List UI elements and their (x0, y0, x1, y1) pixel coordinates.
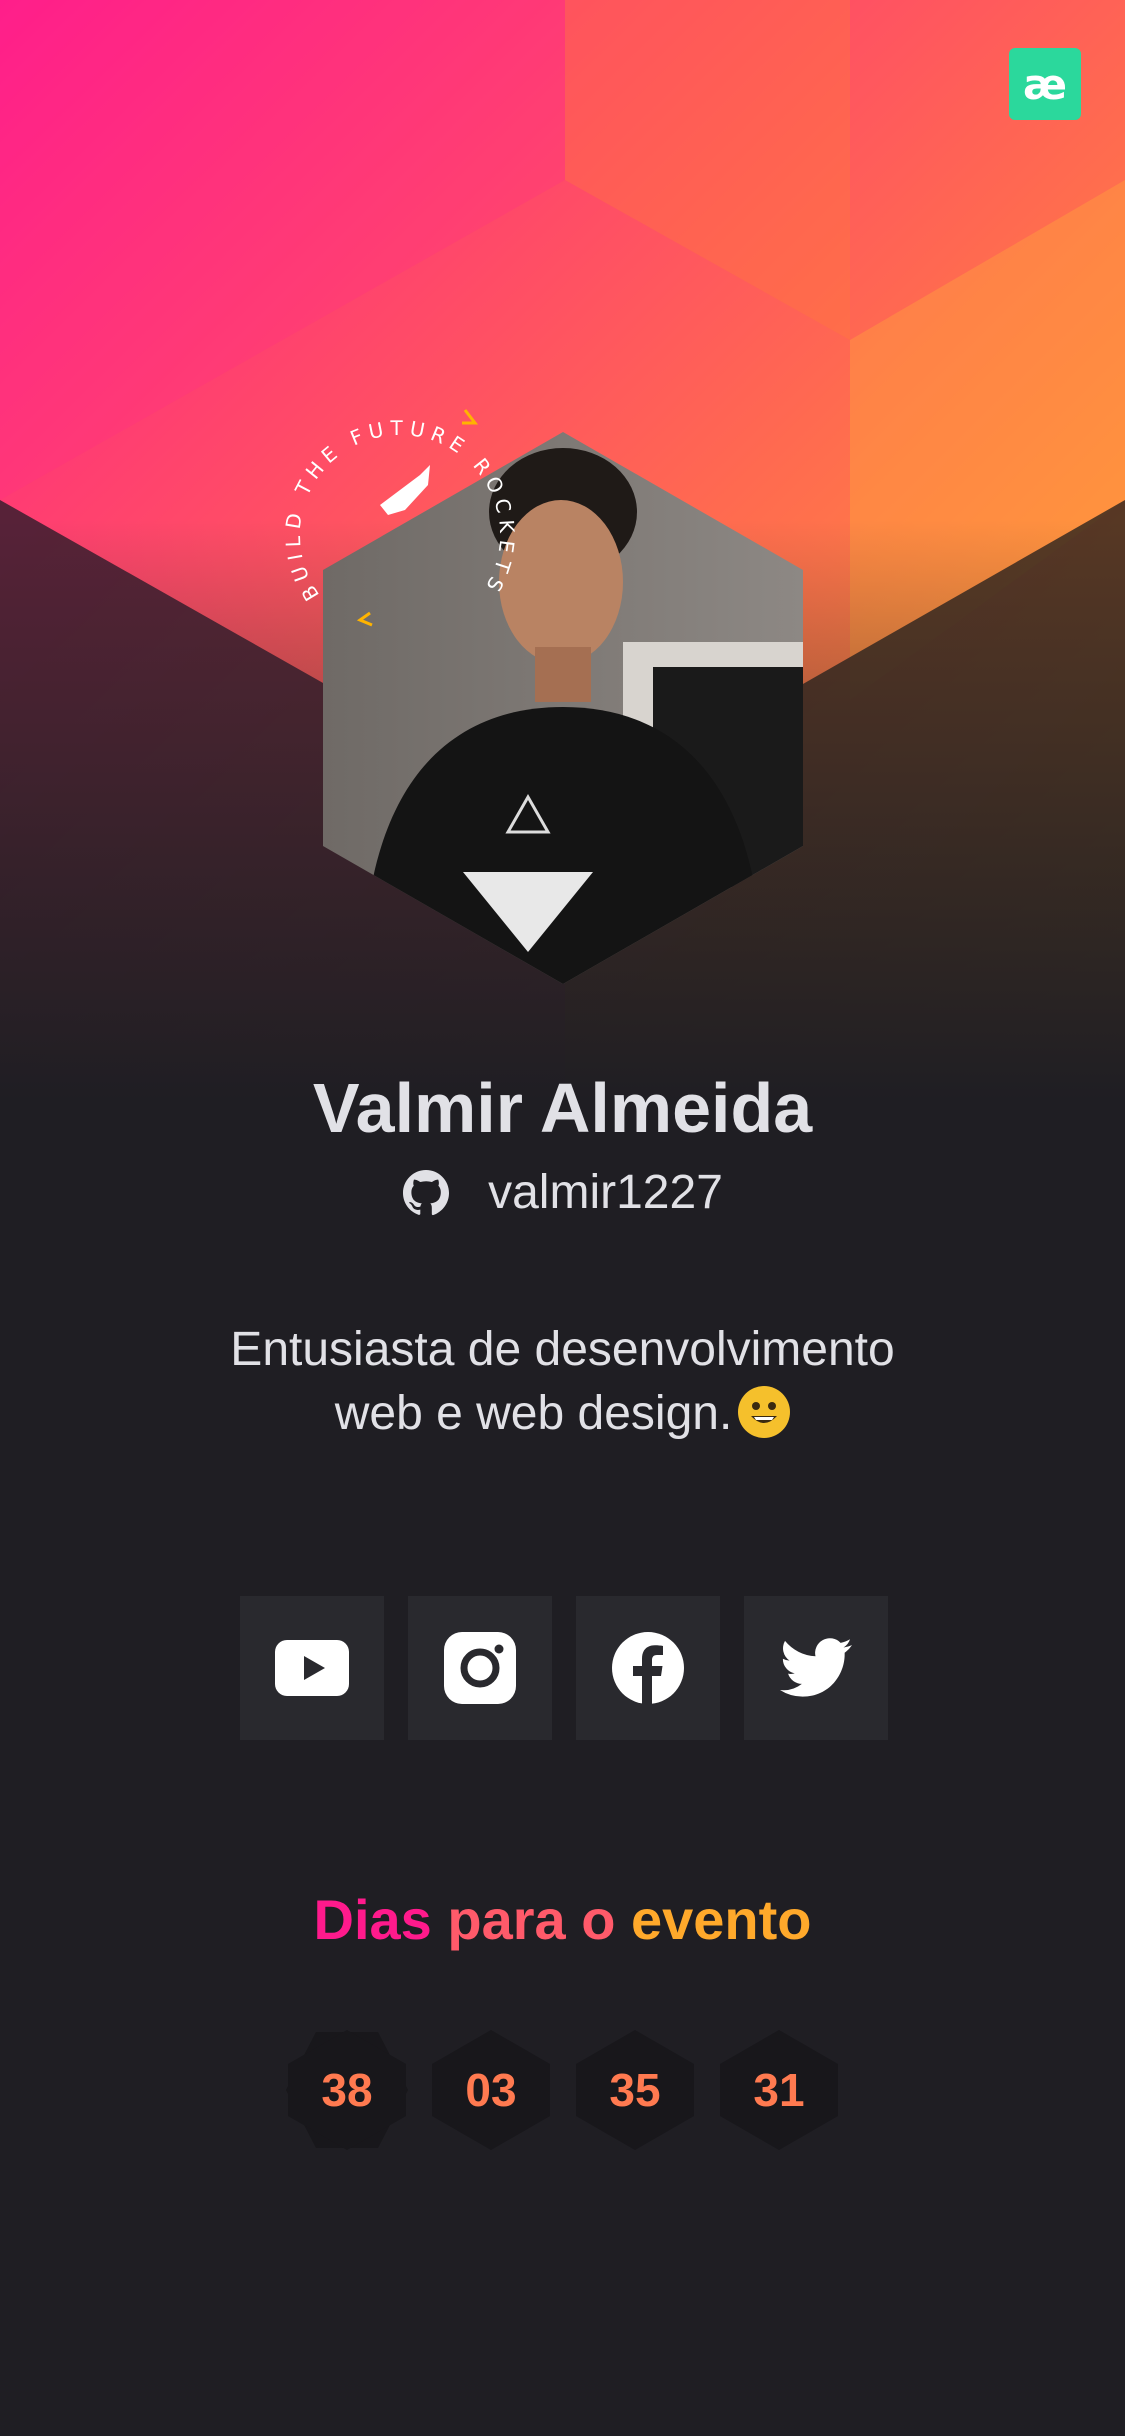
countdown-title-part-3: evento (630, 1888, 812, 1951)
profile-name: Valmir Almeida (312, 1069, 813, 1147)
countdown-timer: 38 03 35 31 (286, 2030, 840, 2150)
brand-logo[interactable]: æ (1009, 48, 1081, 120)
countdown-minutes-value: 35 (609, 2064, 661, 2116)
countdown-title-part-1: Dias (313, 1888, 448, 1951)
rocketseat-badge: BUILD THE FUTURE ROCKETSEAT (280, 375, 519, 627)
social-links (240, 1596, 888, 1740)
countdown-seconds: 31 (718, 2030, 840, 2150)
countdown-days: 38 (286, 2030, 408, 2150)
instagram-icon (444, 1632, 516, 1704)
countdown-hours: 03 (430, 2030, 552, 2150)
facebook-button[interactable] (576, 1596, 720, 1740)
countdown-title: Dias para o evento (0, 1887, 1125, 1952)
twitter-button[interactable] (744, 1596, 888, 1740)
countdown-seconds-value: 31 (753, 2064, 805, 2116)
grinning-face-icon (738, 1386, 791, 1439)
instagram-button[interactable] (408, 1596, 552, 1740)
svg-text:BUILD THE FUTURE ROCKETSEAT: BUILD THE FUTURE ROCKETSEAT (280, 375, 519, 605)
countdown-title-part-2: para o (447, 1888, 631, 1951)
bio-line-1: Entusiasta de desenvolvimento (230, 1323, 895, 1376)
github-icon (403, 1169, 450, 1215)
facebook-icon (612, 1632, 684, 1704)
twitter-icon (780, 1638, 852, 1697)
profile-bio: Entusiasta de desenvolvimento web e web … (150, 1318, 975, 1446)
bio-line-2: web e web design. (334, 1387, 733, 1440)
countdown-days-value: 38 (321, 2064, 373, 2116)
github-link[interactable]: valmir1227 (0, 1165, 1125, 1220)
github-username: valmir1227 (488, 1166, 723, 1219)
bio-line-2-wrap: web e web design. (150, 1382, 975, 1446)
youtube-icon (275, 1640, 349, 1696)
youtube-button[interactable] (240, 1596, 384, 1740)
countdown-minutes: 35 (574, 2030, 696, 2150)
countdown-hours-value: 03 (465, 2064, 517, 2116)
